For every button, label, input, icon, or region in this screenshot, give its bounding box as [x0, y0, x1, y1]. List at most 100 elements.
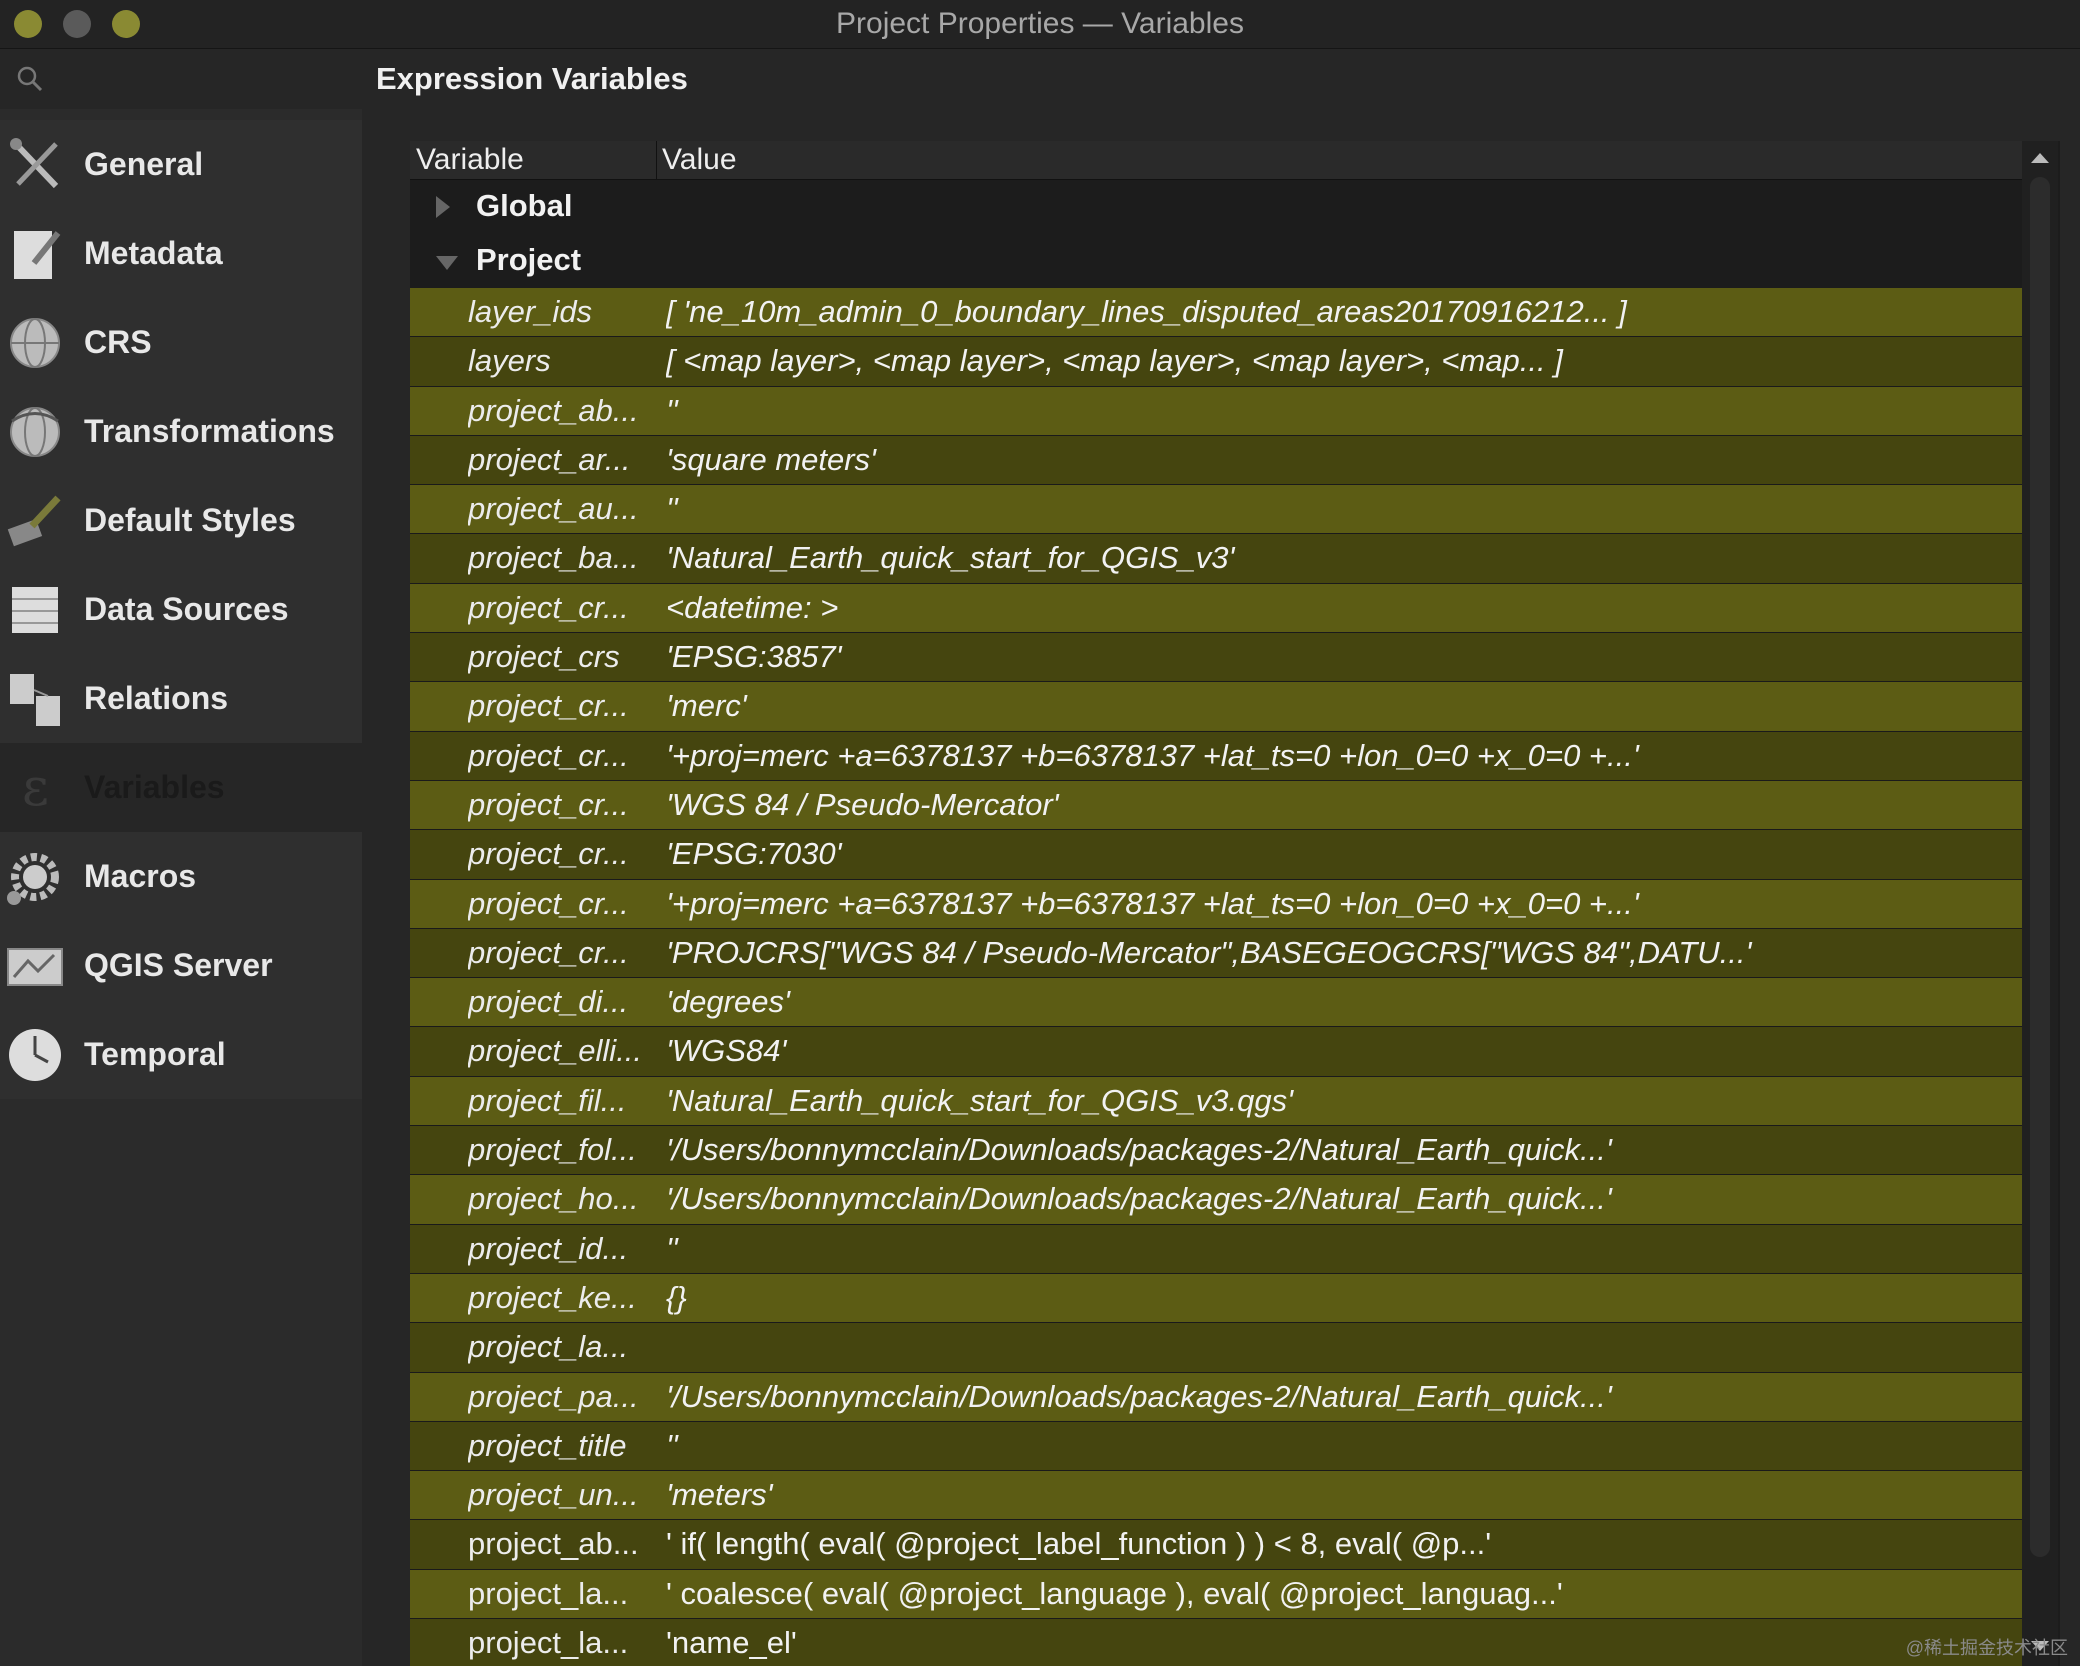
sidebar-item-label: Temporal	[84, 1036, 226, 1072]
watermark: @稀土掘金技术社区	[1905, 1638, 2068, 1658]
variable-value: 'EPSG:3857'	[666, 639, 842, 675]
server-icon	[7, 947, 63, 986]
variable-name: project_ab...	[468, 392, 639, 428]
variable-name: project_la...	[468, 1625, 629, 1661]
variable-name: project_la...	[468, 1575, 629, 1611]
table-row[interactable]: project_ke... {}	[410, 1273, 2022, 1324]
paintbrush-icon	[7, 495, 61, 546]
sidebar-item-label: Default Styles	[84, 502, 296, 538]
sidebar-search[interactable]	[0, 49, 362, 109]
table-row[interactable]: project_cr... 'EPSG:7030'	[410, 830, 2022, 880]
table-row[interactable]: project_ar... 'square meters'	[410, 435, 2022, 486]
table-row[interactable]: project_crs 'EPSG:3857'	[410, 633, 2022, 683]
table-row[interactable]: project_id... ''	[410, 1224, 2022, 1274]
table-row[interactable]: layers [ <map layer>, <map layer>, <map l…	[410, 337, 2022, 387]
table-body: Global Project layer_ids [ 'ne_10m_admin_0_…	[410, 180, 2022, 1666]
variable-name: project_cr...	[468, 688, 629, 724]
sidebar-item-crs[interactable]: CRS	[0, 298, 362, 387]
variable-value: [ 'ne_10m_admin_0_boundary_lines_dispute…	[666, 294, 1627, 329]
table-row[interactable]: project_la... 'name_el'	[410, 1619, 2022, 1666]
variable-name: project_fol...	[468, 1132, 637, 1168]
variable-name: project_elli...	[468, 1033, 643, 1069]
scrollbar-thumb[interactable]	[2030, 177, 2050, 1557]
title-bar: Project Properties — Variables	[0, 0, 2080, 49]
variable-name: layers	[468, 343, 551, 379]
variable-name: project_ab...	[468, 1526, 639, 1562]
globe-icon	[10, 317, 60, 368]
sidebar-item-relations[interactable]: Relations	[0, 654, 362, 743]
table-row[interactable]: project_cr... 'PROJCRS["WGS 84 / Pseudo-M…	[410, 928, 2022, 979]
variable-value: 'Natural_Earth_quick_start_for_QGIS_v3'	[666, 540, 1235, 576]
table-row[interactable]: project_di... 'degrees'	[410, 978, 2022, 1028]
table-row[interactable]: project_la...	[410, 1323, 2022, 1373]
table-row[interactable]: project_au... ''	[410, 485, 2022, 535]
variable-value: 'meters'	[666, 1477, 773, 1513]
vertical-scrollbar[interactable]	[2022, 141, 2058, 1666]
collapsed-arrow-icon[interactable]	[436, 196, 450, 218]
table-row[interactable]: project_ho... '/Users/bonnymcclain/Downlo…	[410, 1175, 2022, 1225]
table-row[interactable]: project_ba... 'Natural_Earth_quick_start_…	[410, 534, 2022, 584]
variable-name: layer_ids	[468, 294, 593, 329]
table-row[interactable]: project_fil... 'Natural_Earth_quick_start…	[410, 1076, 2022, 1127]
variable-value: 'square meters'	[666, 441, 876, 477]
svg-text:ε: ε	[22, 758, 49, 818]
variable-value: '/Users/bonnymcclain/Downloads/packages-…	[666, 1378, 1612, 1414]
sidebar-item-qgis-server[interactable]: QGIS Server	[0, 921, 362, 1010]
sidebar-item-label: Variables	[84, 769, 225, 805]
column-header-variable[interactable]: Variable	[416, 141, 657, 179]
clock-icon	[9, 1028, 61, 1081]
globe-transform-icon	[10, 406, 60, 457]
sidebar-item-transformations[interactable]: Transformations	[0, 387, 362, 476]
variable-name: project_ho...	[468, 1181, 639, 1217]
table-row[interactable]: project_la... ' coalesce( eval( @project_…	[410, 1569, 2022, 1620]
page-title: Expression Variables	[376, 61, 688, 96]
variable-name: project_la...	[468, 1329, 629, 1365]
table-header: Variable Value	[410, 141, 2022, 180]
sidebar-item-macros[interactable]: Macros	[0, 832, 362, 921]
table-row[interactable]: project_ab... ''	[410, 386, 2022, 436]
main-panel: Expression Variables Variable Value Glob…	[362, 49, 2080, 1666]
variable-value: 'degrees'	[666, 984, 790, 1020]
table-row[interactable]: project_cr... 'WGS 84 / Pseudo-Mercator'	[410, 780, 2022, 831]
table-row[interactable]: project_ab... ' if( length( eval( @projec…	[410, 1520, 2022, 1570]
table-row[interactable]: project_un... 'meters'	[410, 1471, 2022, 1521]
gear-icon	[7, 852, 59, 905]
table-row[interactable]: project_pa... '/Users/bonnymcclain/Downlo…	[410, 1372, 2022, 1422]
sidebar-item-temporal[interactable]: Temporal	[0, 1010, 362, 1099]
variable-name: project_crs	[468, 639, 620, 675]
sidebar-item-data-sources[interactable]: Data Sources	[0, 565, 362, 654]
table-row[interactable]: project_fol... '/Users/bonnymcclain/Downl…	[410, 1126, 2022, 1176]
table-row[interactable]: project_cr... '+proj=merc +a=6378137 +b=6…	[410, 731, 2022, 781]
window-title: Project Properties — Variables	[836, 7, 1244, 40]
variable-value: 'WGS 84 / Pseudo-Mercator'	[666, 786, 1059, 822]
table-row[interactable]: project_cr... '+proj=merc +a=6378137 +b=6…	[410, 879, 2022, 929]
sidebar-item-metadata[interactable]: Metadata	[0, 209, 362, 298]
table-row[interactable]: project_title ''	[410, 1421, 2022, 1472]
variable-value: 'Natural_Earth_quick_start_for_QGIS_v3.q…	[666, 1082, 1293, 1118]
tree-group-project[interactable]: Project	[410, 234, 2022, 288]
expanded-arrow-icon[interactable]	[436, 256, 458, 270]
tree-group-global[interactable]: Global	[410, 180, 2022, 234]
variable-name: project_title	[468, 1427, 627, 1463]
table-row[interactable]: project_cr... 'merc'	[410, 682, 2022, 732]
tree-group-label: Global	[476, 188, 573, 223]
variable-value: '+proj=merc +a=6378137 +b=6378137 +lat_t…	[666, 737, 1639, 773]
sidebar-item-label: CRS	[84, 324, 152, 360]
sidebar-nav: General Metadata CRS Transformations Default…	[0, 120, 362, 1099]
sidebar-item-label: Transformations	[84, 413, 335, 449]
epsilon-icon: ε	[22, 758, 49, 818]
variable-name: project_fil...	[468, 1082, 627, 1118]
sidebar-item-general[interactable]: General	[0, 120, 362, 209]
variable-value: [ <map layer>, <map layer>, <map layer>,…	[666, 343, 1563, 379]
table-row[interactable]: project_elli... 'WGS84'	[410, 1027, 2022, 1077]
scroll-up-arrow-icon[interactable]	[2031, 153, 2049, 163]
sidebar-item-variables[interactable]: ε Variables	[0, 743, 362, 832]
table-row[interactable]: layer_ids [ 'ne_10m_admin_0_boundary_line…	[410, 288, 2022, 338]
variables-tree[interactable]: Variable Value Global Project layer_ids [ '…	[410, 141, 2060, 1666]
variable-name: project_un...	[468, 1477, 639, 1513]
sidebar-item-default-styles[interactable]: Default Styles	[0, 476, 362, 565]
table-row[interactable]: project_cr... <datetime: >	[410, 583, 2022, 634]
variable-value: ''	[666, 392, 678, 428]
sidebar-item-label: Data Sources	[84, 591, 289, 627]
column-header-value[interactable]: Value	[662, 141, 737, 179]
